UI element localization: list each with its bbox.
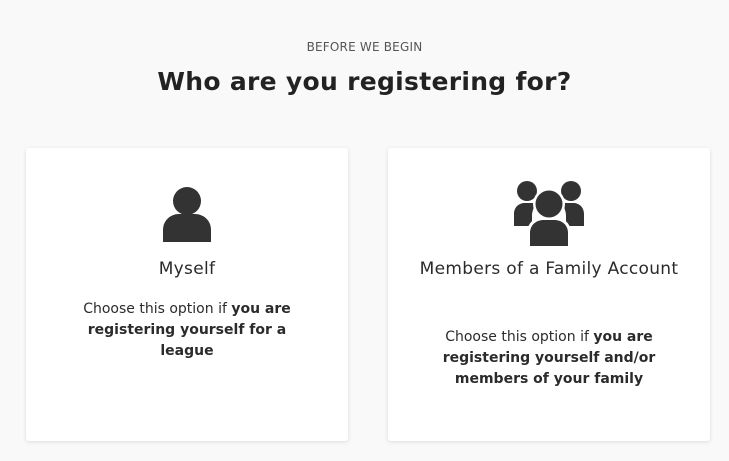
option-title: Myself [158,259,216,279]
option-description: Choose this option if you are registerin… [66,299,308,362]
option-description-prefix: Choose this option if [445,329,594,345]
option-title: Members of a Family Account [419,259,679,279]
person-icon [26,186,348,242]
group-icon [388,180,710,246]
option-card-myself[interactable]: Myself Choose this option if you are reg… [26,148,348,441]
registration-page: BEFORE WE BEGIN Who are you registering … [0,0,729,461]
eyebrow-label: BEFORE WE BEGIN [306,40,423,54]
option-card-family[interactable]: Members of a Family Account Choose this … [388,148,710,441]
option-description-prefix: Choose this option if [83,301,232,317]
page-title: Who are you registering for? [157,67,572,96]
option-description: Choose this option if you are registerin… [428,327,670,390]
